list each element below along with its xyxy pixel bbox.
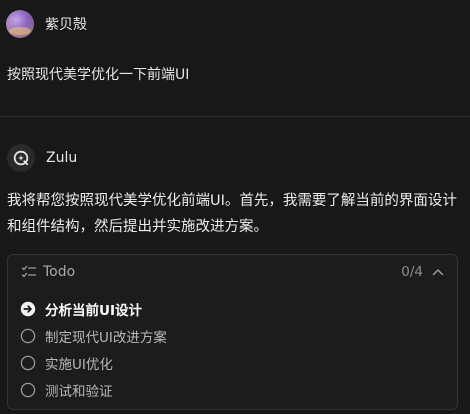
arrow-circle-icon [20,301,36,316]
todo-title: Todo [43,264,76,280]
todo-progress-count: 0/4 [401,264,423,280]
chevron-up-icon[interactable] [431,265,445,279]
user-name: 紫贝殻 [45,17,87,33]
list-check-icon [21,265,37,278]
user-avatar [6,10,34,38]
todo-item[interactable]: 实施UI优化 [20,349,167,376]
todo-item[interactable]: 分析当前UI设计 [20,295,167,322]
user-message: 按照现代美学优化一下前端UI [7,67,190,83]
todo-item-label: 制定现代UI改进方案 [45,329,167,346]
todo-item-label: 分析当前UI设计 [45,302,142,319]
agent-header: Zulu [7,143,77,173]
todo-list: 分析当前UI设计 制定现代UI改进方案 实施UI优化 测试和验证 [20,295,167,403]
chat-view: 紫贝殻 按照现代美学优化一下前端UI Zulu 我将帮您按照现代美学优化前端UI… [0,0,470,414]
todo-panel: Todo 0/4 分析当前UI设计 制定现代UI改进方案 实施UI优化 测试和验… [7,254,458,410]
empty-circle-icon [20,382,36,397]
todo-header[interactable]: Todo 0/4 [8,255,457,289]
user-header: 紫贝殻 [6,9,87,39]
todo-item[interactable]: 测试和验证 [20,376,167,403]
todo-item-label: 测试和验证 [45,383,113,400]
todo-item[interactable]: 制定现代UI改进方案 [20,322,167,349]
agent-name: Zulu [46,150,78,166]
agent-message: 我将帮您按照现代美学优化前端UI。首先，我需要了解当前的界面设计和组件结构，然后… [7,193,457,235]
empty-circle-icon [20,328,36,343]
message-divider [0,116,470,117]
empty-circle-icon [20,355,36,370]
zulu-logo-icon [7,144,35,172]
todo-item-label: 实施UI优化 [45,356,113,373]
